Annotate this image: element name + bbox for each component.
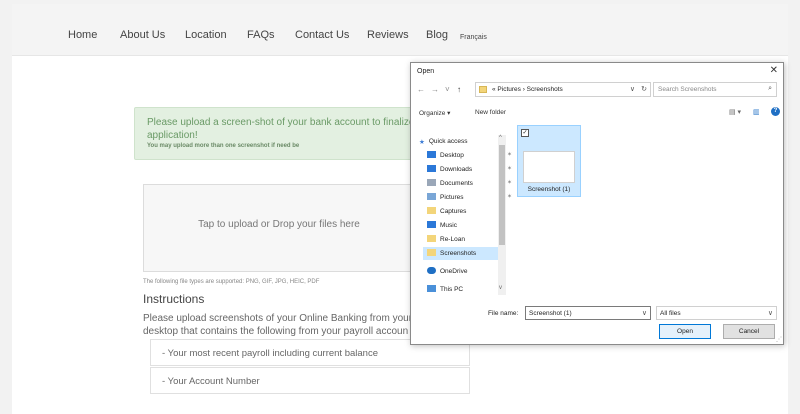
organize-menu[interactable]: Organize ▾ — [419, 109, 450, 117]
download-icon — [427, 165, 436, 172]
scroll-down-icon[interactable]: v — [499, 285, 502, 291]
sidebar-item-label: Desktop — [440, 152, 464, 159]
sidebar-item-label: OneDrive — [440, 268, 468, 275]
star-icon: ★ — [419, 139, 425, 146]
file-name-value: Screenshot (1) — [529, 310, 572, 317]
file-dropzone[interactable]: Tap to upload or Drop your files here — [143, 184, 415, 272]
dropzone-text: Tap to upload or Drop your files here — [198, 219, 360, 230]
supported-file-types: The following file types are supported: … — [143, 279, 320, 285]
sidebar-item-re-loan[interactable]: Re-Loan — [427, 233, 465, 246]
nav-blog[interactable]: Blog — [426, 28, 448, 42]
sidebar-item-onedrive[interactable]: OneDrive — [427, 265, 467, 278]
sidebar-item-label: Downloads — [440, 166, 473, 173]
documents-icon — [427, 179, 436, 186]
sidebar-item-downloads[interactable]: Downloads ✶ — [427, 163, 512, 176]
dialog-title: Open — [417, 68, 435, 75]
file-item[interactable]: ✓ Screenshot (1) — [517, 125, 581, 197]
sidebar-item-desktop[interactable]: Desktop ✶ — [427, 149, 512, 162]
address-path: « Pictures › Screenshots — [492, 86, 563, 93]
nav-about-us[interactable]: About Us — [120, 28, 165, 42]
computer-icon — [427, 285, 436, 292]
music-icon — [427, 221, 436, 228]
file-type-value: All files — [660, 310, 681, 317]
close-icon[interactable]: ✕ — [770, 65, 778, 76]
requirement-item: - Your Account Number — [150, 367, 470, 394]
refresh-icon[interactable]: ↻ — [641, 85, 647, 93]
cancel-button[interactable]: Cancel — [723, 324, 775, 339]
sidebar-item-quick-access[interactable]: ★ Quick access — [419, 135, 467, 148]
chevron-down-icon[interactable]: ∨ — [630, 85, 635, 93]
back-arrow-icon[interactable]: ← — [417, 85, 425, 94]
requirement-text: - Your Account Number — [162, 376, 260, 387]
forward-arrow-icon[interactable]: → — [431, 85, 439, 94]
sidebar-item-documents[interactable]: Documents ✶ — [427, 177, 512, 190]
new-folder-button[interactable]: New folder — [475, 109, 506, 116]
preview-pane-icon[interactable]: ▥ — [753, 108, 760, 116]
pin-icon[interactable]: ✶ — [507, 163, 512, 176]
address-bar[interactable]: « Pictures › Screenshots ∨ ↻ — [475, 82, 651, 97]
recent-locations-chevron-icon[interactable]: ˅ — [445, 85, 450, 94]
sidebar-item-label: Re-Loan — [440, 236, 465, 243]
cloud-icon — [427, 267, 436, 274]
nav-language[interactable]: Français — [460, 31, 487, 45]
file-name-label: File name: — [488, 310, 519, 317]
file-name-input[interactable]: Screenshot (1) ∨ — [525, 306, 651, 320]
navigation-pane: ★ Quick access Desktop ✶ Downloads ✶ Documents… — [417, 125, 512, 303]
sidebar-item-label: Music — [440, 222, 457, 229]
top-nav: Home About Us Location FAQs Contact Us R… — [12, 4, 788, 56]
sidebar-item-captures[interactable]: Captures — [427, 205, 466, 218]
sidebar-item-this-pc[interactable]: This PC — [427, 283, 463, 296]
search-box[interactable]: Search Screenshots ⌕ — [653, 82, 777, 97]
notice-line-2: application! — [147, 130, 198, 141]
sidebar-item-music[interactable]: Music — [427, 219, 457, 232]
folder-icon — [427, 207, 436, 214]
sidebar-item-label: Captures — [440, 208, 467, 215]
folder-icon — [427, 235, 436, 242]
chevron-down-icon[interactable]: ∨ — [642, 309, 647, 317]
folder-icon — [479, 86, 487, 93]
pin-icon[interactable]: ✶ — [507, 149, 512, 162]
sidebar-item-pictures[interactable]: Pictures ✶ — [427, 191, 512, 204]
scrollbar-thumb[interactable] — [499, 145, 505, 245]
instructions-line-1: Please upload screenshots of your Online… — [143, 313, 413, 324]
file-label: Screenshot (1) — [527, 186, 571, 193]
notice-line-1: Please upload a screen-shot of your bank… — [147, 117, 415, 128]
file-checkbox[interactable]: ✓ — [521, 129, 529, 137]
scroll-up-icon[interactable]: ^ — [499, 135, 502, 141]
sidebar-item-label: Quick access — [428, 138, 468, 145]
nav-contact-us[interactable]: Contact Us — [295, 28, 349, 42]
requirement-text: - Your most recent payroll including cur… — [162, 348, 378, 359]
search-placeholder: Search Screenshots — [658, 86, 717, 93]
file-thumbnail-icon — [523, 151, 575, 183]
nav-reviews[interactable]: Reviews — [367, 28, 409, 42]
pictures-icon — [427, 193, 436, 200]
up-arrow-icon[interactable]: ↑ — [457, 85, 461, 94]
sidebar-item-label: Pictures — [440, 194, 464, 201]
instructions-line-2: desktop that contains the following from… — [143, 326, 409, 337]
sidebar-item-label: Documents — [440, 180, 473, 187]
pin-icon[interactable]: ✶ — [507, 177, 512, 190]
desktop-icon — [427, 151, 436, 158]
open-button[interactable]: Open — [659, 324, 711, 339]
resize-grip-icon[interactable]: ⋰ — [776, 336, 782, 343]
chevron-down-icon[interactable]: ∨ — [768, 309, 773, 317]
nav-faqs[interactable]: FAQs — [247, 28, 275, 42]
notice-subtext: You may upload more than one screenshot … — [147, 143, 300, 149]
file-type-select[interactable]: All files ∨ — [656, 306, 777, 320]
navigation-scrollbar[interactable]: ^ v — [498, 135, 506, 295]
sidebar-item-screenshots[interactable]: Screenshots — [423, 247, 503, 260]
change-view-icon[interactable]: ▤ ▾ — [729, 108, 741, 116]
help-icon[interactable]: ? — [771, 107, 780, 116]
nav-location[interactable]: Location — [185, 28, 227, 42]
instructions-title: Instructions — [143, 292, 205, 306]
open-file-dialog: Open ✕ ← → ˅ ↑ « Pictures › Screenshots … — [410, 62, 784, 345]
search-icon[interactable]: ⌕ — [768, 85, 772, 93]
sidebar-item-label: This PC — [440, 286, 464, 293]
sidebar-item-label: Screenshots — [440, 250, 477, 257]
pin-icon[interactable]: ✶ — [507, 191, 512, 204]
upload-notice: Please upload a screen-shot of your bank… — [134, 107, 424, 160]
folder-icon — [427, 249, 436, 256]
nav-home[interactable]: Home — [68, 28, 97, 42]
